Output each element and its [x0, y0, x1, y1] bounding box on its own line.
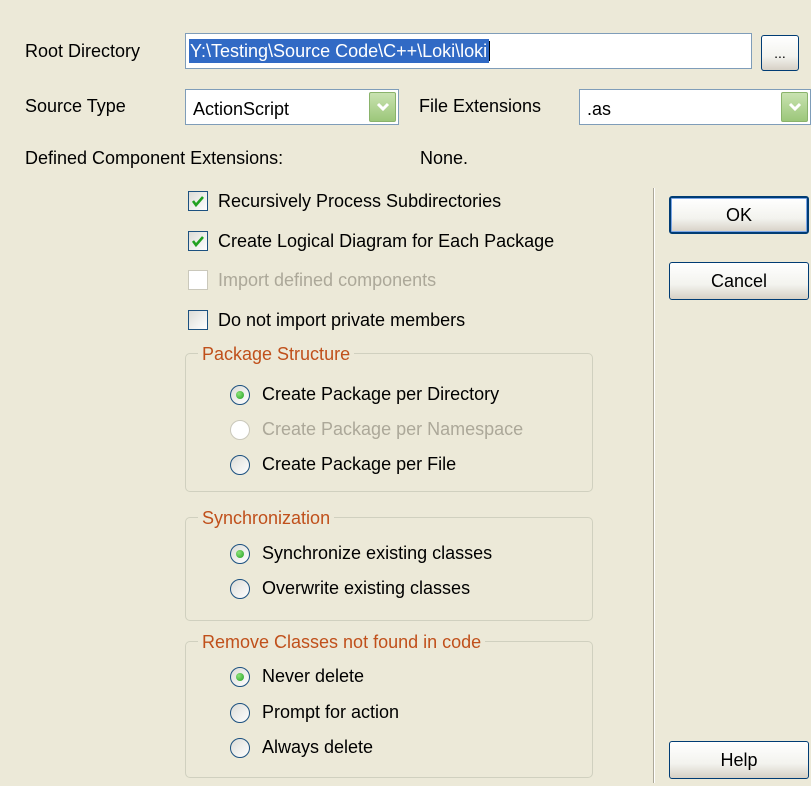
ok-button[interactable]: OK	[669, 196, 809, 234]
root-directory-selected-text: Y:\Testing\Source Code\C++\Loki\loki	[189, 39, 490, 63]
package-per-directory-label: Create Package per Directory	[262, 384, 500, 404]
synchronize-existing-radio[interactable]	[230, 544, 250, 564]
package-per-namespace-label: Create Package per Namespace	[262, 419, 524, 439]
package-per-directory-radio[interactable]	[230, 385, 250, 405]
always-delete-label: Always delete	[262, 737, 374, 757]
vertical-separator	[653, 188, 654, 783]
source-type-dropdown-button[interactable]	[369, 92, 396, 122]
synchronize-existing-label: Synchronize existing classes	[262, 543, 493, 563]
chevron-down-icon	[788, 102, 801, 112]
package-per-file-label: Create Package per File	[262, 454, 457, 474]
overwrite-existing-radio[interactable]	[230, 579, 250, 599]
checkmark-icon	[191, 196, 204, 208]
overwrite-existing-label: Overwrite existing classes	[262, 578, 471, 598]
prompt-for-action-radio[interactable]	[230, 703, 250, 723]
root-directory-input[interactable]: Y:\Testing\Source Code\C++\Loki\loki	[185, 33, 752, 69]
never-delete-radio[interactable]	[230, 667, 250, 687]
prompt-for-action-label: Prompt for action	[262, 702, 400, 722]
defined-component-extensions-value: None.	[420, 148, 469, 168]
no-private-members-label: Do not import private members	[218, 310, 466, 330]
source-type-value: ActionScript	[193, 99, 290, 119]
logical-diagram-checkbox[interactable]	[188, 231, 208, 251]
synchronization-title: Synchronization	[198, 507, 335, 529]
radio-selected-dot	[236, 391, 244, 399]
synchronization-group	[185, 517, 593, 621]
import-components-label: Import defined components	[218, 270, 437, 290]
no-private-members-checkbox[interactable]	[188, 310, 208, 330]
root-directory-label: Root Directory	[25, 41, 141, 61]
text-caret	[489, 41, 490, 61]
file-extensions-combo[interactable]: .as	[579, 89, 811, 125]
cancel-button[interactable]: Cancel	[669, 262, 809, 300]
radio-selected-dot	[236, 550, 244, 558]
logical-diagram-label: Create Logical Diagram for Each Package	[218, 231, 555, 251]
never-delete-label: Never delete	[262, 666, 365, 686]
file-extensions-label: File Extensions	[419, 96, 542, 116]
radio-selected-dot	[236, 673, 244, 681]
chevron-down-icon	[376, 102, 389, 112]
help-button[interactable]: Help	[669, 741, 809, 779]
recursive-label: Recursively Process Subdirectories	[218, 191, 502, 211]
file-extensions-value: .as	[587, 99, 612, 119]
package-structure-title: Package Structure	[198, 343, 355, 365]
import-components-checkbox	[188, 270, 208, 290]
source-type-combo[interactable]: ActionScript	[185, 89, 399, 125]
package-per-namespace-radio	[230, 420, 250, 440]
source-type-label: Source Type	[25, 96, 126, 116]
file-extensions-dropdown-button[interactable]	[781, 92, 808, 122]
remove-classes-title: Remove Classes not found in code	[198, 631, 486, 653]
browse-button[interactable]: ...	[761, 35, 799, 71]
recursive-checkbox[interactable]	[188, 191, 208, 211]
always-delete-radio[interactable]	[230, 738, 250, 758]
defined-component-extensions-label: Defined Component Extensions:	[25, 148, 284, 168]
checkmark-icon	[191, 236, 204, 248]
package-per-file-radio[interactable]	[230, 455, 250, 475]
